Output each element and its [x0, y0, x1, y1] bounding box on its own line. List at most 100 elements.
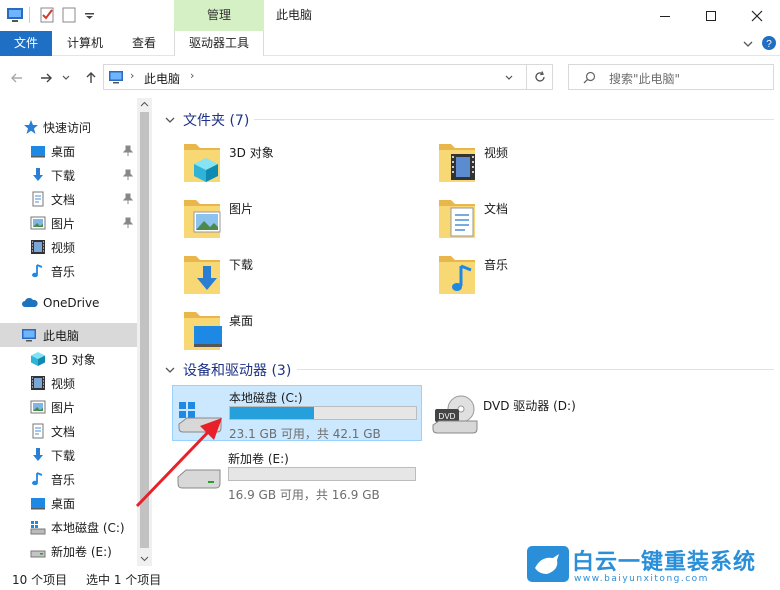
- tab-file[interactable]: 文件: [0, 31, 52, 56]
- pictures-folder-icon: [184, 200, 221, 238]
- customize-toolbar-icon[interactable]: [81, 6, 99, 24]
- watermark-brand: 白云一键重装系统: [572, 550, 757, 575]
- new-folder-icon[interactable]: [60, 6, 78, 24]
- help-icon[interactable]: ?: [762, 36, 776, 50]
- nav-pc-music[interactable]: 音乐: [0, 467, 137, 491]
- folders-header-label: 文件夹 (7): [183, 113, 250, 129]
- nav-quick-desktop[interactable]: 桌面: [0, 139, 137, 163]
- nav-label: 下载: [51, 168, 76, 183]
- properties-icon[interactable]: [38, 6, 56, 24]
- bird-logo-icon: [527, 546, 569, 582]
- search-input[interactable]: 搜索"此电脑": [609, 70, 680, 87]
- nav-pc-local-disk-c[interactable]: 本地磁盘 (C:): [0, 515, 137, 539]
- refresh-button[interactable]: [527, 64, 553, 90]
- music-folder-icon: [439, 256, 475, 294]
- maximize-button[interactable]: [688, 0, 734, 31]
- breadcrumb-chevron-icon[interactable]: ›: [190, 69, 194, 82]
- close-button[interactable]: [734, 0, 780, 31]
- dvd-drive-icon: DVD: [432, 395, 478, 434]
- drive-capacity: 23.1 GB 可用，共 42.1 GB: [229, 427, 381, 441]
- nav-pc-pictures[interactable]: 图片: [0, 395, 137, 419]
- folders-group-header[interactable]: 文件夹 (7): [164, 110, 249, 130]
- forward-button[interactable]: [36, 68, 56, 88]
- folder-label: 下载: [229, 258, 254, 272]
- music-note-icon: [32, 264, 43, 278]
- search-box[interactable]: 搜索"此电脑": [568, 64, 774, 90]
- devices-header-label: 设备和驱动器 (3): [183, 363, 292, 379]
- folder-music[interactable]: 音乐: [437, 250, 677, 302]
- desktop-folder-icon: [184, 312, 222, 350]
- svg-text:?: ?: [766, 39, 772, 50]
- folder-label: 3D 对象: [229, 146, 274, 160]
- nav-pc-volume-e[interactable]: 新加卷 (E:): [0, 539, 137, 563]
- title-bar: 管理 此电脑: [0, 0, 780, 31]
- pin-icon[interactable]: [123, 169, 133, 181]
- recent-locations-button[interactable]: [60, 68, 72, 88]
- pin-icon[interactable]: [123, 145, 133, 157]
- drive-usage-fill: [230, 407, 314, 419]
- drive-name: 本地磁盘 (C:): [229, 391, 303, 405]
- tab-drive-tools[interactable]: 驱动器工具: [174, 31, 264, 56]
- desktop-icon: [31, 146, 45, 158]
- tab-view[interactable]: 查看: [122, 31, 166, 56]
- nav-quick-downloads[interactable]: 下载: [0, 163, 137, 187]
- nav-quick-videos[interactable]: 视频: [0, 235, 137, 259]
- nav-quick-documents[interactable]: 文档: [0, 187, 137, 211]
- nav-pc-desktop[interactable]: 桌面: [0, 491, 137, 515]
- drive-usage-bar: [229, 406, 417, 420]
- nav-label: 桌面: [51, 144, 76, 159]
- download-arrow-icon: [33, 168, 43, 181]
- folder-videos[interactable]: 视频: [437, 138, 677, 190]
- nav-this-pc[interactable]: 此电脑: [0, 323, 137, 347]
- back-button[interactable]: [7, 68, 27, 88]
- pin-icon[interactable]: [123, 217, 133, 229]
- nav-label: 新加卷 (E:): [51, 544, 112, 559]
- breadcrumb-this-pc[interactable]: 此电脑: [144, 70, 180, 87]
- nav-quick-access[interactable]: 快速访问: [0, 115, 137, 139]
- nav-quick-music[interactable]: 音乐: [0, 259, 137, 283]
- annotation-arrow: [135, 418, 222, 508]
- this-pc-icon: [109, 71, 123, 84]
- system-drive-icon: [30, 521, 46, 535]
- nav-label: 下载: [51, 448, 76, 463]
- drive-dvd-tile[interactable]: DVD DVD 驱动器 (D:): [427, 385, 677, 441]
- forward-arrow-icon: [41, 73, 52, 83]
- folder-downloads[interactable]: 下载: [182, 250, 422, 302]
- folder-label: 音乐: [484, 258, 509, 272]
- nav-pc-documents[interactable]: 文档: [0, 419, 137, 443]
- folder-label: 桌面: [229, 314, 254, 328]
- nav-quick-pictures[interactable]: 图片: [0, 211, 137, 235]
- nav-pc-3d-objects[interactable]: 3D 对象: [0, 347, 137, 371]
- nav-onedrive[interactable]: OneDrive: [0, 291, 137, 315]
- devices-divider: [297, 369, 774, 370]
- nav-pc-videos[interactable]: 视频: [0, 371, 137, 395]
- nav-label: 桌面: [51, 496, 76, 511]
- expand-ribbon-icon[interactable]: [742, 38, 754, 50]
- up-arrow-icon: [86, 72, 96, 83]
- nav-label: 此电脑: [43, 328, 80, 343]
- nav-pc-downloads[interactable]: 下载: [0, 443, 137, 467]
- tab-computer[interactable]: 计算机: [57, 31, 113, 56]
- devices-group-header[interactable]: 设备和驱动器 (3): [164, 360, 291, 380]
- content-pane: 文件夹 (7) 3D 对象 视频 图片 文档 下载 音乐 桌面 设备和驱动器 (…: [152, 98, 780, 566]
- collapse-chevron-icon: [165, 117, 175, 123]
- pictures-icon: [30, 400, 46, 414]
- folder-desktop[interactable]: 桌面: [182, 306, 422, 358]
- folder-documents[interactable]: 文档: [437, 194, 677, 246]
- minimize-button[interactable]: [642, 0, 688, 31]
- up-button[interactable]: [81, 68, 101, 88]
- manage-tab[interactable]: 管理: [174, 0, 264, 31]
- folder-label: 图片: [229, 202, 254, 216]
- nav-label: 文档: [51, 424, 76, 439]
- this-pc-app-icon[interactable]: [6, 6, 24, 24]
- folder-3d-objects[interactable]: 3D 对象: [182, 138, 422, 190]
- folder-pictures[interactable]: 图片: [182, 194, 422, 246]
- ribbon-tabs: 文件 计算机 查看 驱动器工具 ?: [0, 31, 780, 56]
- scroll-up-icon[interactable]: [140, 100, 149, 109]
- document-icon: [32, 423, 44, 439]
- scroll-down-icon[interactable]: [140, 554, 149, 563]
- pin-icon[interactable]: [123, 193, 133, 205]
- address-history-icon[interactable]: [504, 73, 514, 83]
- address-bar[interactable]: › 此电脑 ›: [103, 64, 527, 90]
- nav-label: 本地磁盘 (C:): [51, 520, 125, 535]
